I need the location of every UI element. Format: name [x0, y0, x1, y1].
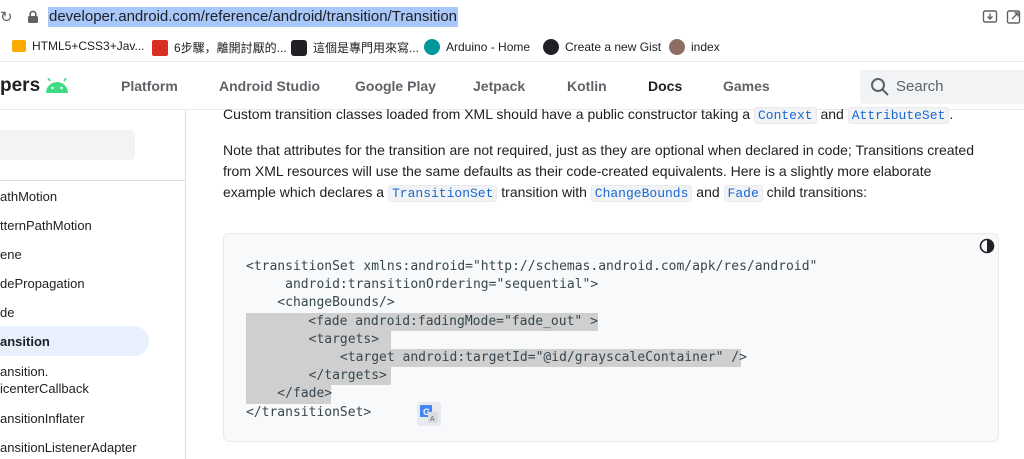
search-input[interactable]: Search	[860, 70, 1024, 104]
sidebar-item[interactable]: tternPathMotion	[0, 217, 92, 234]
reference-sidebar: athMotion tternPathMotion ene dePropagat…	[0, 110, 186, 459]
share-icon[interactable]	[1006, 9, 1022, 25]
sidebar-item[interactable]: ansitionListenerAdapter	[0, 439, 137, 456]
link-context[interactable]: Context	[753, 107, 817, 124]
bookmarks-bar: HTML5+CSS3+Jav... 6步驟，離開討厭的... 這個是專門用來寫.…	[0, 34, 1024, 62]
code-line-selected: </fade>	[246, 385, 332, 404]
sidebar-item[interactable]: ene	[0, 246, 22, 263]
bookmark-item[interactable]: 6步驟，離開討厭的...	[152, 39, 287, 56]
sidebar-item[interactable]: ansition.	[0, 363, 48, 380]
code-line: android:transitionOrdering="sequential">	[246, 277, 599, 293]
search-icon	[871, 78, 889, 96]
github-icon	[543, 39, 559, 55]
folder-icon	[12, 40, 26, 52]
search-placeholder: Search	[896, 78, 944, 95]
paragraph-constructor: Custom transition classes loaded from XM…	[223, 106, 954, 124]
link-attributeset[interactable]: AttributeSet	[847, 107, 950, 124]
code-block: <transitionSet xmlns:android="http://sch…	[223, 233, 999, 442]
sidebar-filter-input[interactable]	[0, 130, 135, 160]
nav-platform[interactable]: Platform	[121, 78, 178, 94]
nav-docs[interactable]: Docs	[648, 78, 682, 94]
sidebar-item[interactable]: de	[0, 304, 14, 321]
nav-android-studio[interactable]: Android Studio	[219, 78, 320, 94]
bookmark-item[interactable]: HTML5+CSS3+Jav...	[12, 39, 145, 53]
sidebar-item[interactable]: ansitionInflater	[0, 410, 85, 427]
sidebar-item[interactable]: dePropagation	[0, 275, 85, 292]
link-changebounds[interactable]: ChangeBounds	[590, 185, 693, 202]
code-line-selected: <targets>	[246, 330, 391, 349]
url-field[interactable]: developer.android.com/reference/android/…	[48, 7, 459, 27]
reload-icon[interactable]: ↻	[0, 8, 13, 26]
code-line: </transitionSet>	[246, 404, 372, 420]
sidebar-item[interactable]: icenterCallback	[0, 380, 89, 397]
site-logo-icon	[152, 39, 168, 56]
bookmark-item[interactable]: Create a new Gist	[543, 39, 661, 55]
code-line: <changeBounds/>	[246, 295, 395, 311]
nav-jetpack[interactable]: Jetpack	[473, 78, 525, 94]
arduino-icon	[424, 39, 440, 55]
bookmark-item[interactable]: 這個是專門用來寫...	[291, 39, 419, 56]
android-logo-icon	[46, 78, 69, 93]
link-fade[interactable]: Fade	[723, 185, 763, 202]
site-header: pers Platform Android Studio Google Play…	[0, 62, 1024, 110]
bookmark-item[interactable]: index	[669, 39, 720, 55]
code-line-selected: <target android:targetId="@id/grayscaleC…	[246, 348, 747, 368]
nav-kotlin[interactable]: Kotlin	[567, 78, 607, 94]
medium-icon	[291, 39, 307, 56]
site-brand[interactable]: pers	[0, 75, 70, 97]
install-app-icon[interactable]	[982, 9, 998, 25]
avatar-icon	[669, 39, 685, 55]
svg-text:A: A	[430, 416, 435, 423]
address-bar: ↻ developer.android.com/reference/androi…	[0, 0, 1024, 34]
code-text: <transitionSet xmlns:android="http://sch…	[246, 258, 817, 422]
code-line: <transitionSet xmlns:android="http://sch…	[246, 259, 818, 274]
google-translate-icon[interactable]: G A	[417, 402, 441, 426]
nav-games[interactable]: Games	[723, 78, 770, 94]
lock-icon[interactable]	[26, 10, 40, 24]
nav-google-play[interactable]: Google Play	[355, 78, 436, 94]
bookmark-item[interactable]: Arduino - Home	[424, 39, 530, 55]
sidebar-item-active[interactable]: ansition	[0, 326, 149, 356]
sidebar-item[interactable]: athMotion	[0, 188, 57, 205]
code-line-selected: </targets>	[246, 367, 391, 386]
sidebar-divider	[0, 180, 186, 181]
paragraph-defaults: Note that attributes for the transition …	[223, 142, 974, 202]
link-transitionset[interactable]: TransitionSet	[387, 185, 498, 202]
dark-mode-toggle-icon[interactable]	[979, 238, 995, 254]
code-line-selected: <fade android:fadingMode="fade_out" >	[246, 312, 598, 331]
